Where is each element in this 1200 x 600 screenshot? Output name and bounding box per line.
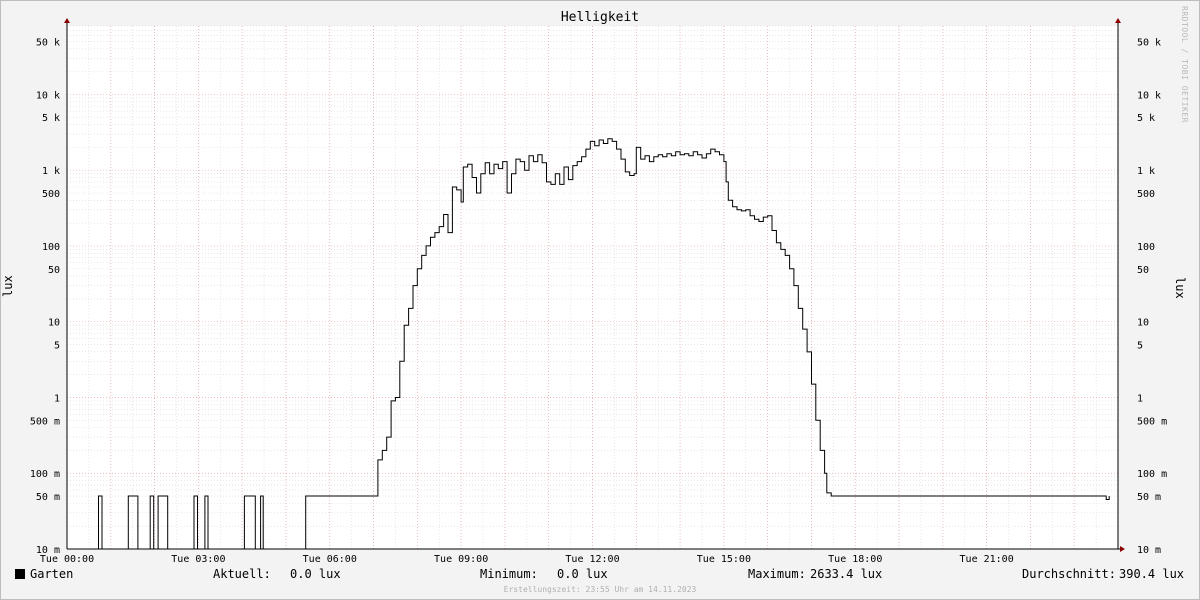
y-tick-label-right: 5 k [1137, 113, 1155, 124]
legend-swatch [15, 569, 25, 579]
y-axis-left-arrow [64, 18, 70, 23]
x-tick-label: Tue 06:00 [303, 554, 357, 565]
y-tick-label-right: 50 k [1137, 37, 1161, 48]
legend-series-name: Garten [30, 567, 74, 581]
y-tick-label-right: 1 [1137, 393, 1143, 404]
stat-current-value: 0.0 lux [290, 567, 341, 581]
x-axis-arrow [1120, 546, 1125, 552]
stat-min-label: Minimum: [480, 567, 538, 581]
y-tick-label-left: 50 m [36, 492, 60, 503]
chart-plot: 50 k 50 k 10 k 10 k 5 k 5 k 1 k 1 k 500 500 100 100… [30, 18, 1167, 565]
y-tick-label-right: 10 [1137, 318, 1149, 329]
creation-time-footer: Erstellungszeit: 23:55 Uhr am 14.11.2023 [503, 585, 697, 594]
y-tick-label-right: 10 k [1137, 90, 1161, 101]
y-tick-label-right: 50 m [1137, 492, 1161, 503]
y-tick-label-left: 5 [54, 341, 60, 352]
legend-row: Garten Aktuell: 0.0 lux Minimum: 0.0 lux… [0, 567, 1200, 583]
x-tick-label: Tue 12:00 [565, 554, 619, 565]
y-tick-label-left: 5 k [42, 113, 60, 124]
y-tick-label-right: 5 [1137, 341, 1143, 352]
stat-avg-value: 390.4 lux [1119, 567, 1185, 581]
y-tick-label-left: 500 m [30, 416, 60, 427]
y-tick-label-right: 100 m [1137, 469, 1167, 480]
y-tick-label-right: 100 [1137, 242, 1155, 253]
y-tick-label-right: 1 k [1137, 166, 1155, 177]
stat-avg-label: Durchschnitt: [1022, 567, 1116, 581]
y-tick-label-left: 50 [48, 265, 60, 276]
stat-current-label: Aktuell: [213, 567, 271, 581]
y-tick-label-right: 10 m [1137, 545, 1161, 556]
stat-min-value: 0.0 lux [557, 567, 608, 581]
x-tick-label: Tue 00:00 [40, 554, 94, 565]
y-tick-label-left: 100 m [30, 469, 60, 480]
x-tick-label: Tue 21:00 [960, 554, 1014, 565]
x-tick-label: Tue 15:00 [697, 554, 751, 565]
y-tick-label-left: 10 [48, 318, 60, 329]
x-tick-label: Tue 03:00 [171, 554, 225, 565]
stat-max-value: 2633.4 lux [810, 567, 883, 581]
y-tick-label-left: 1 k [42, 166, 60, 177]
y-tick-label-left: 10 k [36, 90, 60, 101]
y-tick-label-right: 500 m [1137, 416, 1167, 427]
x-tick-label: Tue 09:00 [434, 554, 488, 565]
y-tick-label-right: 500 [1137, 189, 1155, 200]
y-tick-label-left: 1 [54, 393, 60, 404]
x-tick-label: Tue 18:00 [828, 554, 882, 565]
y-axis-right-arrow [1115, 18, 1121, 23]
y-tick-label-right: 50 [1137, 265, 1149, 276]
stat-max-label: Maximum: [748, 567, 806, 581]
y-tick-label-left: 100 [42, 242, 60, 253]
y-tick-label-left: 50 k [36, 37, 60, 48]
y-tick-label-left: 500 [42, 189, 60, 200]
